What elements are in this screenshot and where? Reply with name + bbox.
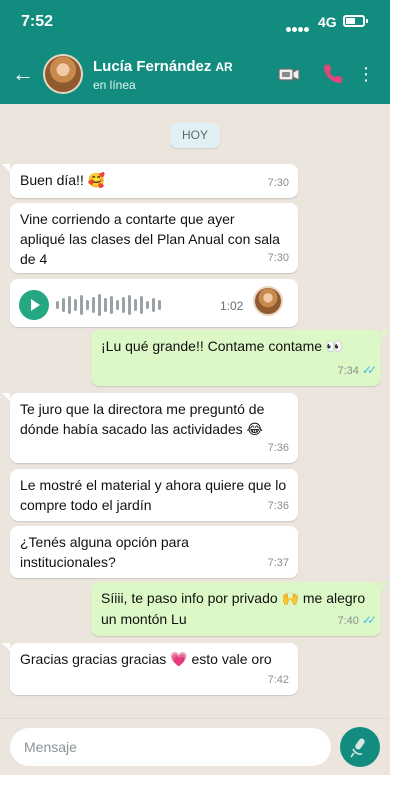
message-time: 7:36 [267,500,289,512]
network-type: 4G [318,14,337,30]
waveform-bar [110,296,113,314]
laughing-emoji: 😂 [246,422,263,438]
message-text: Buen día!! [20,172,84,188]
date-separator: HOY [170,123,220,148]
waveform-bar [122,297,125,313]
message-meta: 7:34 ✓✓ [337,360,377,381]
read-ticks-icon: ✓✓ [361,363,377,377]
message-text: Vine corriendo a contarte que ayer apliq… [20,211,280,267]
waveform-bar [86,300,89,310]
message-time: 7:30 [267,177,289,189]
message-incoming[interactable]: Le mostré el material y ahora quiere que… [10,469,298,521]
message-text-continued: esto vale oro [191,651,272,667]
message-incoming[interactable]: Gracias gracias gracias 💗 esto vale oro … [2,643,298,695]
waveform-bar [128,295,131,315]
waveform-bar [80,295,83,315]
waveform-bar [158,300,161,310]
back-arrow-icon[interactable]: ← [10,58,36,90]
waveform-bar [152,298,155,312]
phone-screen: 7:52 4G ← Lucía Fernández AR en línea ⋮ H… [0,0,390,775]
message-time: 7:37 [267,557,289,569]
contact-flag-text: AR [215,60,233,74]
contact-name-text: Lucía Fernández [93,58,212,75]
heart-emoji: 💗 [170,652,188,668]
smiling-face-emoji: 🥰 [87,173,106,189]
waveform-bar [56,301,59,309]
eyes-emoji: 👀 [325,339,344,355]
message-incoming[interactable]: Vine corriendo a contarte que ayer apliq… [10,203,298,273]
message-text: ¿Tenés alguna opción para institucionale… [20,534,189,570]
voice-sender-avatar [253,286,283,316]
waveform-bar [68,296,71,314]
waveform-bar [92,297,95,313]
message-outgoing[interactable]: Síiii, te paso info por privado 🙌 me ale… [91,582,389,636]
waveform-icon[interactable] [56,292,162,318]
waveform-bar [116,300,119,310]
status-bar: 7:52 4G [0,0,390,44]
message-meta: 7:40 ✓✓ [337,610,377,631]
waveform-bar [98,294,101,316]
message-time: 7:40 [337,615,359,627]
phone-call-icon[interactable] [320,62,346,86]
waveform-bar [146,301,149,309]
contact-status: en línea [93,78,136,92]
input-bar [0,718,390,775]
message-incoming[interactable]: ¿Tenés alguna opción para institucionale… [10,526,298,578]
message-incoming[interactable]: Buen día!! 🥰 7:30 [2,164,298,198]
read-ticks-icon: ✓✓ [361,613,377,627]
more-options-icon[interactable]: ⋮ [355,62,377,86]
message-incoming[interactable]: Te juro que la directora me preguntó de … [2,393,298,463]
signal-icon [286,19,310,37]
waveform-bar [104,298,107,312]
chat-area[interactable]: HOY Buen día!! 🥰 7:30 Vine corriendo a c… [0,104,390,718]
message-text: Gracias gracias gracias [20,651,167,667]
message-outgoing[interactable]: ¡Lu qué grande!! Contame contame 👀 7:34 ✓… [91,330,389,386]
waveform-bar [134,299,137,311]
waveform-bar [62,298,65,312]
waveform-bar [140,296,143,314]
contact-name[interactable]: Lucía Fernández AR [93,58,233,75]
voice-message[interactable]: 1:02 [10,279,298,327]
status-time: 7:52 [21,13,54,30]
voice-duration: 1:02 [220,299,244,313]
microphone-button[interactable] [340,727,380,767]
microphone-icon [350,738,365,758]
play-icon[interactable] [19,290,49,320]
chat-header: ← Lucía Fernández AR en línea ⋮ [0,44,390,104]
message-time: 7:36 [267,442,289,454]
message-time: 7:34 [337,365,359,377]
raising-hands-emoji: 🙌 [281,591,299,607]
message-time: 7:30 [267,252,289,264]
message-time: 7:42 [267,674,289,686]
message-text: Le mostré el material y ahora quiere que… [20,477,287,513]
contact-avatar[interactable] [43,54,83,94]
waveform-bar [74,299,77,311]
battery-icon [343,15,368,27]
message-input[interactable] [10,728,331,766]
video-call-icon[interactable] [276,62,302,86]
message-text: ¡Lu qué grande!! Contame contame [101,338,323,354]
message-text: Síiii, te paso info por privado [101,590,278,606]
message-text: Te juro que la directora me preguntó de … [20,401,265,437]
